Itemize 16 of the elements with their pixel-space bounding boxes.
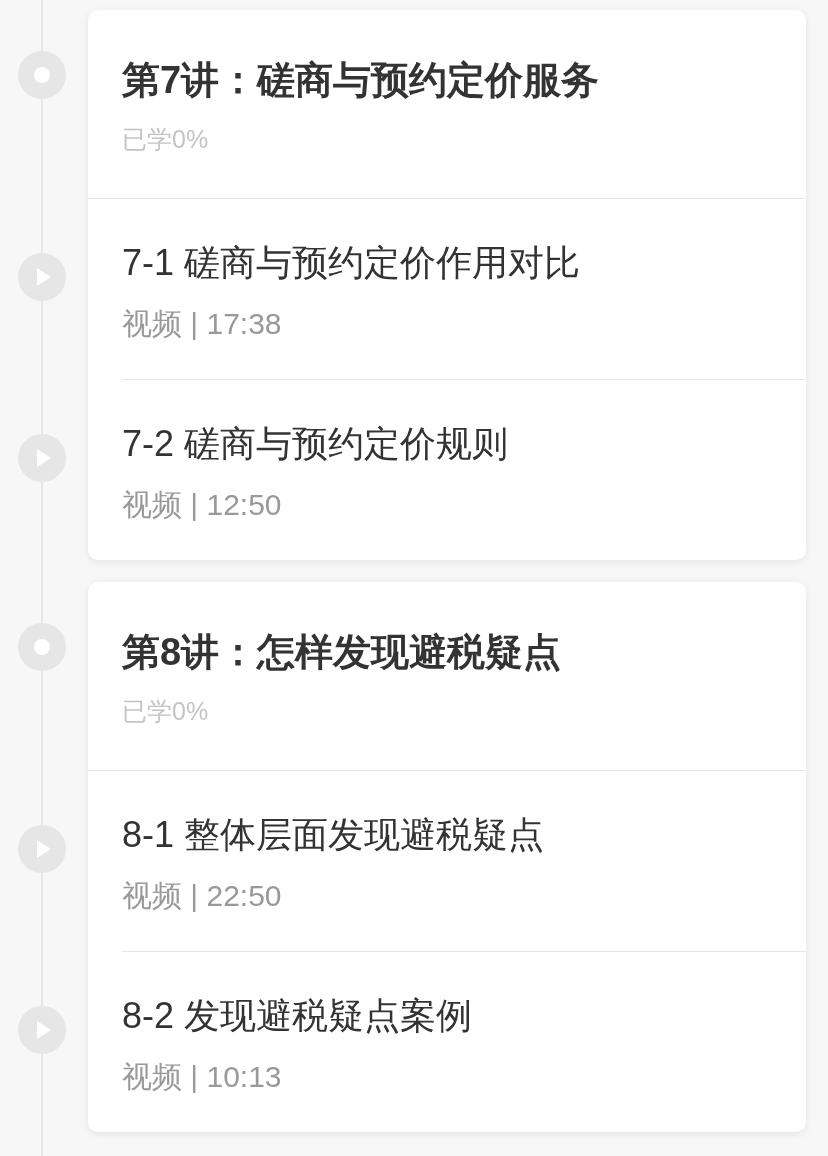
- lesson-meta: 视频 | 10:13: [122, 1059, 283, 1095]
- play-icon[interactable]: [17, 433, 67, 483]
- chapter-title[interactable]: 第8讲：怎样发现避税疑点: [122, 628, 772, 676]
- play-icon[interactable]: [17, 824, 67, 874]
- lesson-title[interactable]: 8-2 发现避税疑点案例: [122, 993, 806, 1039]
- lesson-title[interactable]: 7-1 磋商与预约定价作用对比: [122, 240, 806, 286]
- lesson-title[interactable]: 8-1 整体层面发现避税疑点: [122, 812, 806, 858]
- lesson-meta: 视频 | 17:38: [122, 306, 283, 342]
- chapter-title[interactable]: 第7讲：磋商与预约定价服务: [122, 56, 772, 104]
- lesson-meta: 视频 | 22:50: [122, 878, 283, 914]
- play-icon[interactable]: [17, 1005, 67, 1055]
- lesson-title[interactable]: 7-2 磋商与预约定价规则: [122, 421, 806, 467]
- progress-text: 已学0%: [122, 696, 210, 726]
- play-icon[interactable]: [17, 252, 67, 302]
- lesson-meta: 视频 | 12:50: [122, 487, 283, 523]
- progress-text: 已学0%: [122, 124, 210, 154]
